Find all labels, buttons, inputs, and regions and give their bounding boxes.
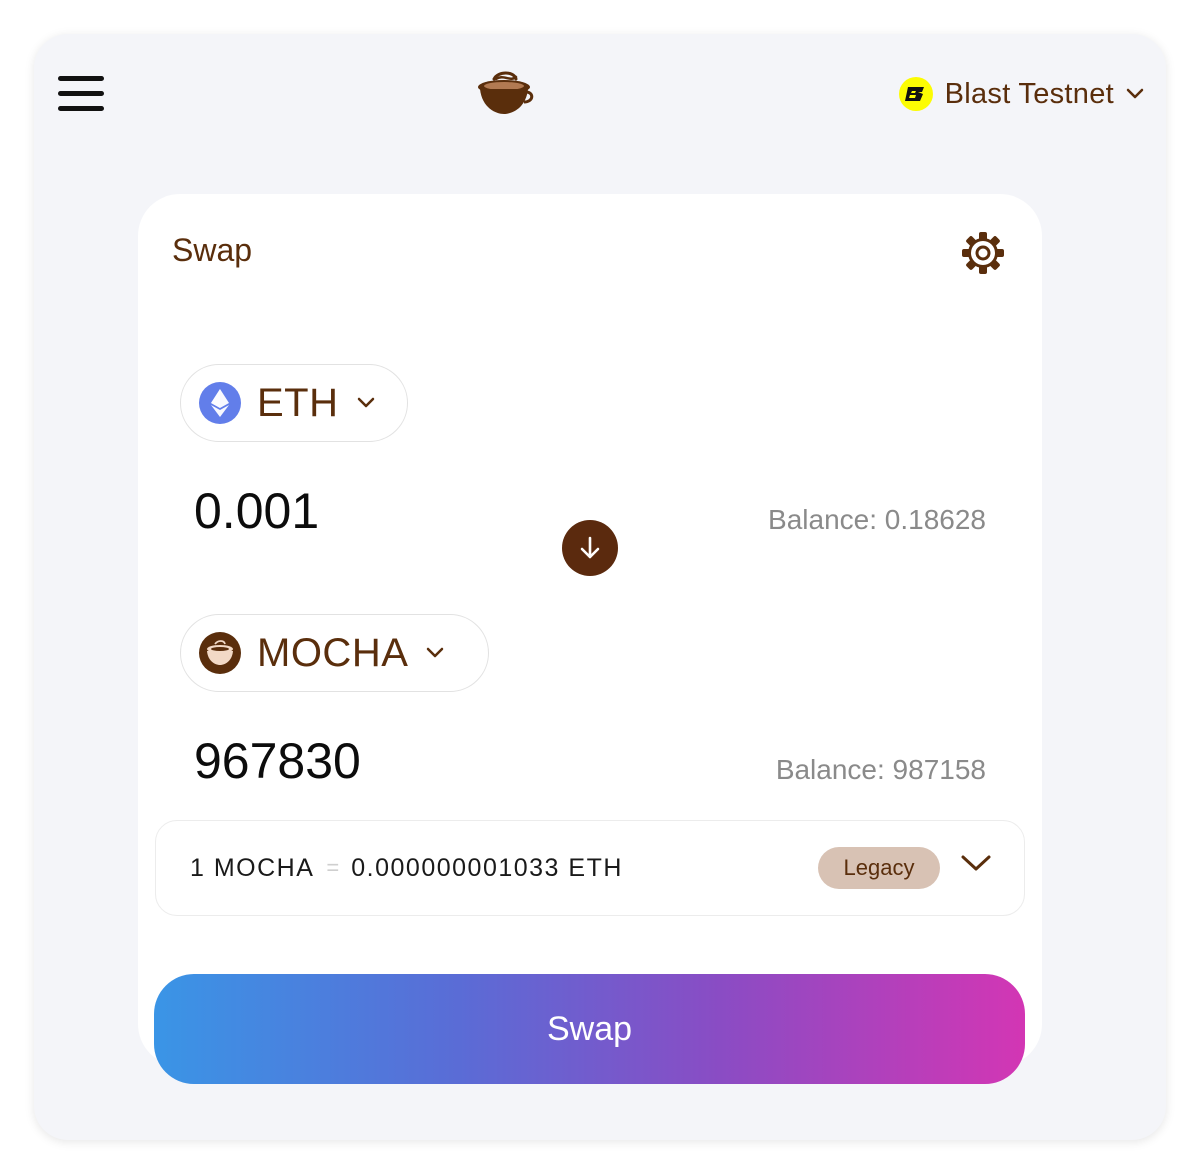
hamburger-menu-icon[interactable] — [58, 74, 104, 112]
arrow-down-icon — [580, 536, 600, 559]
chevron-down-icon — [357, 397, 374, 408]
rate-quote: 0.000000001033 ETH — [351, 853, 623, 882]
gear-icon[interactable] — [960, 230, 1006, 276]
rate-base: 1 MOCHA — [190, 853, 315, 882]
chevron-down-icon — [1126, 88, 1144, 99]
switch-direction-button[interactable] — [562, 520, 618, 576]
legacy-badge: Legacy — [818, 847, 940, 889]
card-title: Swap — [172, 232, 253, 268]
to-balance: Balance: 987158 — [775, 754, 986, 785]
eth-icon — [199, 382, 241, 424]
blast-network-icon — [898, 77, 933, 111]
chevron-down-icon[interactable] — [960, 853, 992, 873]
to-token-selector[interactable]: MOCHA — [180, 614, 489, 692]
swap-button[interactable]: Swap — [154, 974, 1025, 1084]
swap-card: Swap ETH 0.001 Balance: 0.18628 MOCHA 96… — [138, 194, 1042, 1084]
network-label: Blast Testnet — [944, 77, 1114, 110]
from-token-label: ETH — [257, 380, 339, 425]
app-window: Blast Testnet Swap ETH 0.001 Balance: 0.… — [34, 34, 1166, 1140]
chevron-down-icon — [427, 647, 444, 658]
mocha-coffee-icon — [199, 632, 241, 674]
to-token-label: MOCHA — [257, 630, 409, 675]
from-balance: Balance: 0.18628 — [768, 504, 986, 535]
rate-equals: = — [326, 855, 340, 880]
exchange-rate-row[interactable]: 1 MOCHA = 0.000000001033 ETH Legacy — [155, 820, 1025, 916]
from-token-selector[interactable]: ETH — [180, 364, 408, 442]
to-amount-input[interactable] — [194, 732, 594, 790]
coffee-cup-logo-icon[interactable] — [476, 70, 534, 116]
network-selector[interactable]: Blast Testnet — [898, 74, 1144, 114]
from-amount-input[interactable] — [194, 482, 594, 540]
